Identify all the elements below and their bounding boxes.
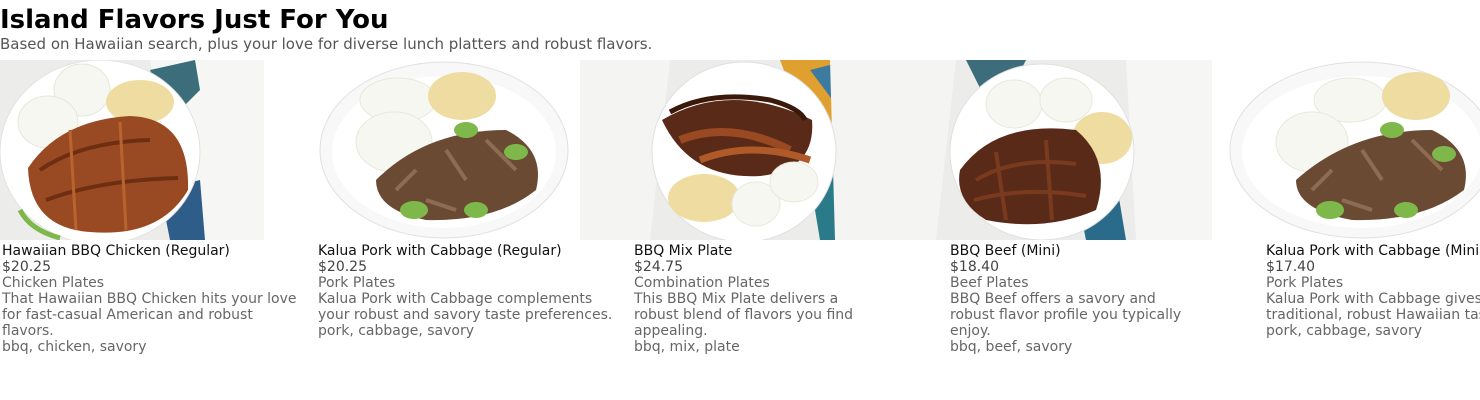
product-tags: pork, cabbage, savory xyxy=(318,323,475,339)
product-card[interactable]: Kalua Pork with Cabbage (Regular) $20.25… xyxy=(316,60,616,339)
recommendation-section: Island Flavors Just For You Based on Haw… xyxy=(0,0,1480,400)
product-price: $20.25 xyxy=(318,259,367,275)
product-price: $17.40 xyxy=(1266,259,1315,275)
product-info: Kalua Pork with Cabbage (Mini) $17.40 Po… xyxy=(1212,240,1480,339)
product-image-bbq-mix[interactable] xyxy=(580,60,896,240)
product-info: Hawaiian BBQ Chicken (Regular) $20.25 Ch… xyxy=(0,240,300,355)
product-name[interactable]: Hawaiian BBQ Chicken (Regular) xyxy=(2,243,300,259)
product-description: This BBQ Mix Plate delivers a robust ble… xyxy=(634,291,854,339)
product-name[interactable]: BBQ Mix Plate xyxy=(634,243,880,259)
product-card[interactable]: Hawaiian BBQ Chicken (Regular) $20.25 Ch… xyxy=(0,60,300,355)
product-category: Combination Plates xyxy=(634,275,770,291)
product-price: $20.25 xyxy=(2,259,51,275)
product-image-kalua-pork[interactable] xyxy=(316,60,580,240)
product-description: Kalua Pork with Cabbage gives you a trad… xyxy=(1266,291,1480,323)
product-name[interactable]: Kalua Pork with Cabbage (Mini) xyxy=(1266,243,1480,259)
product-card[interactable]: Kalua Pork with Cabbage (Mini) $17.40 Po… xyxy=(1212,60,1480,339)
product-category: Beef Plates xyxy=(950,275,1029,291)
product-name[interactable]: Kalua Pork with Cabbage (Regular) xyxy=(318,243,616,259)
product-category: Pork Plates xyxy=(318,275,396,291)
product-card[interactable]: BBQ Mix Plate $24.75 Combination Plates … xyxy=(580,60,896,355)
product-description: Kalua Pork with Cabbage complements your… xyxy=(318,291,613,323)
product-name[interactable]: BBQ Beef (Mini) xyxy=(950,243,1196,259)
product-category: Chicken Plates xyxy=(2,275,105,291)
product-info: Kalua Pork with Cabbage (Regular) $20.25… xyxy=(316,240,616,339)
product-tags: pork, cabbage, savory xyxy=(1266,323,1423,339)
product-description: That Hawaiian BBQ Chicken hits your love… xyxy=(2,291,297,339)
product-image-bbq-beef[interactable] xyxy=(896,60,1212,240)
product-info: BBQ Mix Plate $24.75 Combination Plates … xyxy=(580,240,880,355)
product-info: BBQ Beef (Mini) $18.40 Beef Plates BBQ B… xyxy=(896,240,1196,355)
product-description: BBQ Beef offers a savory and robust flav… xyxy=(950,291,1182,339)
product-image-bbq-chicken[interactable] xyxy=(0,60,264,240)
section-title: Island Flavors Just For You xyxy=(0,5,389,35)
product-tags: bbq, beef, savory xyxy=(950,339,1073,355)
product-price: $18.40 xyxy=(950,259,999,275)
product-price: $24.75 xyxy=(634,259,683,275)
product-category: Pork Plates xyxy=(1266,275,1344,291)
section-subtitle: Based on Hawaiian search, plus your love… xyxy=(0,35,653,53)
product-tags: bbq, chicken, savory xyxy=(2,339,147,355)
product-tags: bbq, mix, plate xyxy=(634,339,740,355)
product-card[interactable]: BBQ Beef (Mini) $18.40 Beef Plates BBQ B… xyxy=(896,60,1212,355)
product-image-kalua-pork-mini[interactable] xyxy=(1212,60,1480,240)
